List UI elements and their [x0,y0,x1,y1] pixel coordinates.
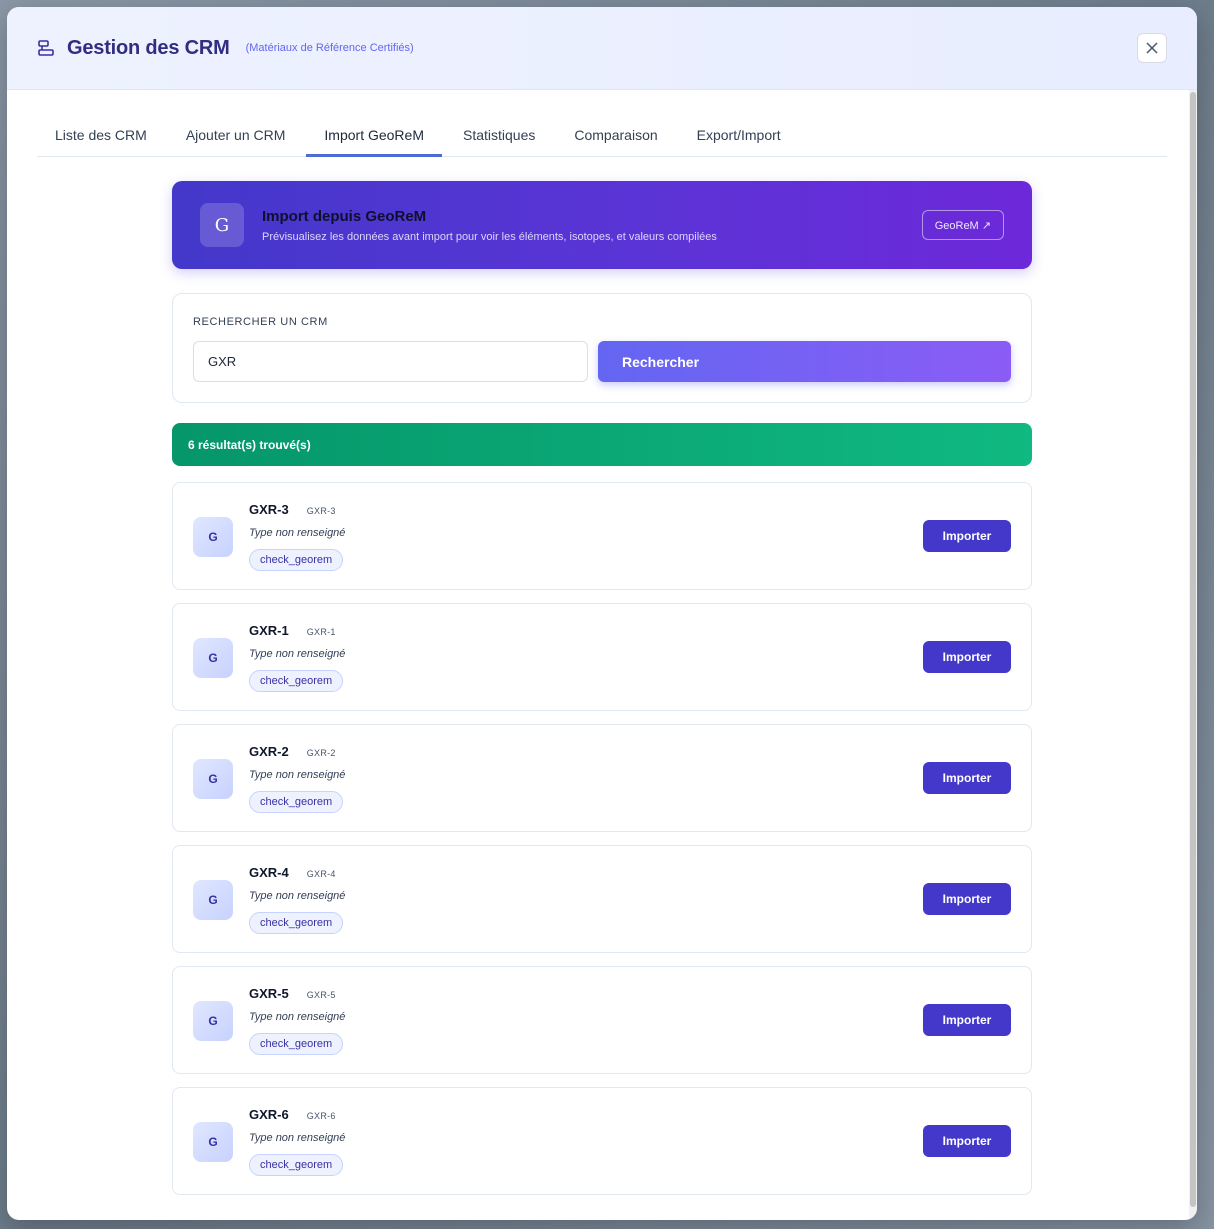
result-name: GXR-5 [249,986,289,1001]
result-name: GXR-1 [249,623,289,638]
search-row: Rechercher [193,341,1011,382]
result-body: GXR-4 GXR-4 Type non renseigné check_geo… [249,865,345,934]
georem-link-button[interactable]: GeoReM ↗ [921,210,1004,240]
tab-bar: Liste des CRM Ajouter un CRM Import GeoR… [37,90,1167,157]
tab-liste-des-crm[interactable]: Liste des CRM [37,89,165,156]
result-code: GXR-6 [306,1111,336,1121]
result-avatar: G [193,517,233,557]
modal-subtitle: (Matériaux de Référence Certifiés) [245,42,414,54]
result-type: Type non renseigné [249,1132,346,1144]
search-input[interactable] [193,341,588,382]
result-tag: check_georem [249,670,344,692]
tab-import-georem[interactable]: Import GeoReM [306,89,442,157]
result-avatar: G [193,1122,233,1162]
result-item: G GXR-3 GXR-3 Type non renseigné check_g… [172,482,1032,590]
import-button[interactable]: Importer [923,762,1011,794]
result-name-row: GXR-1 GXR-1 [249,623,345,638]
search-card: RECHERCHER UN CRM Rechercher [172,293,1032,403]
result-item: G GXR-1 GXR-1 Type non renseigné check_g… [172,603,1032,711]
result-name: GXR-4 [249,865,289,880]
close-button[interactable] [1137,33,1167,63]
result-item: G GXR-5 GXR-5 Type non renseigné check_g… [172,966,1032,1074]
import-content: G Import depuis GeoReM Prévisualisez les… [172,181,1032,1208]
result-code: GXR-4 [306,869,336,879]
banner-description: Prévisualisez les données avant import p… [262,230,717,243]
result-avatar: G [193,638,233,678]
import-button[interactable]: Importer [923,520,1011,552]
tab-export-import[interactable]: Export/Import [679,89,799,156]
import-button[interactable]: Importer [923,1004,1011,1036]
tab-ajouter-un-crm[interactable]: Ajouter un CRM [168,89,304,156]
result-item: G GXR-6 GXR-6 Type non renseigné check_g… [172,1087,1032,1195]
result-body: GXR-1 GXR-1 Type non renseigné check_geo… [249,623,345,692]
crm-modal: Gestion des CRM (Matériaux de Référence … [7,7,1197,1220]
result-avatar: G [193,880,233,920]
result-name: GXR-2 [249,744,289,759]
modal-title: Gestion des CRM [67,36,230,59]
tab-statistiques[interactable]: Statistiques [445,89,553,156]
result-item: G GXR-4 GXR-4 Type non renseigné check_g… [172,845,1032,953]
result-type: Type non renseigné [249,769,346,781]
result-list: G GXR-3 GXR-3 Type non renseigné check_g… [172,482,1032,1195]
result-code: GXR-2 [306,748,336,758]
result-body: GXR-5 GXR-5 Type non renseigné check_geo… [249,986,345,1055]
close-icon [1146,42,1158,54]
result-tag: check_georem [249,912,344,934]
result-type: Type non renseigné [249,1011,346,1023]
result-code: GXR-5 [306,990,336,1000]
result-avatar: G [193,759,233,799]
result-body: GXR-6 GXR-6 Type non renseigné check_geo… [249,1107,345,1176]
import-button[interactable]: Importer [923,883,1011,915]
result-type: Type non renseigné [249,648,346,660]
result-tag: check_georem [249,791,344,813]
result-name: GXR-6 [249,1107,289,1122]
banner-avatar: G [200,203,244,247]
result-name-row: GXR-3 GXR-3 [249,502,345,517]
result-name: GXR-3 [249,502,289,517]
result-code: GXR-1 [306,627,336,637]
modal-header: Gestion des CRM (Matériaux de Référence … [7,7,1197,90]
layers-icon [37,39,55,57]
georem-banner: G Import depuis GeoReM Prévisualisez les… [172,181,1032,269]
results-summary: 6 résultat(s) trouvé(s) [172,423,1032,466]
result-body: GXR-3 GXR-3 Type non renseigné check_geo… [249,502,345,571]
search-label: RECHERCHER UN CRM [193,316,328,328]
import-button[interactable]: Importer [923,1125,1011,1157]
result-name-row: GXR-2 GXR-2 [249,744,345,759]
result-name-row: GXR-4 GXR-4 [249,865,345,880]
result-avatar: G [193,1001,233,1041]
result-tag: check_georem [249,549,344,571]
search-button[interactable]: Rechercher [598,341,1011,382]
result-tag: check_georem [249,1033,344,1055]
banner-title: Import depuis GeoReM [262,207,427,225]
banner-text: Import depuis GeoReM Prévisualisez les d… [262,208,717,243]
result-item: G GXR-2 GXR-2 Type non renseigné check_g… [172,724,1032,832]
result-type: Type non renseigné [249,527,346,539]
result-type: Type non renseigné [249,890,346,902]
result-code: GXR-3 [306,506,336,516]
result-name-row: GXR-5 GXR-5 [249,986,345,1001]
import-button[interactable]: Importer [923,641,1011,673]
tab-comparaison[interactable]: Comparaison [556,89,675,156]
result-name-row: GXR-6 GXR-6 [249,1107,345,1122]
result-tag: check_georem [249,1154,344,1176]
result-body: GXR-2 GXR-2 Type non renseigné check_geo… [249,744,345,813]
scrollbar-thumb[interactable] [1190,92,1196,1207]
